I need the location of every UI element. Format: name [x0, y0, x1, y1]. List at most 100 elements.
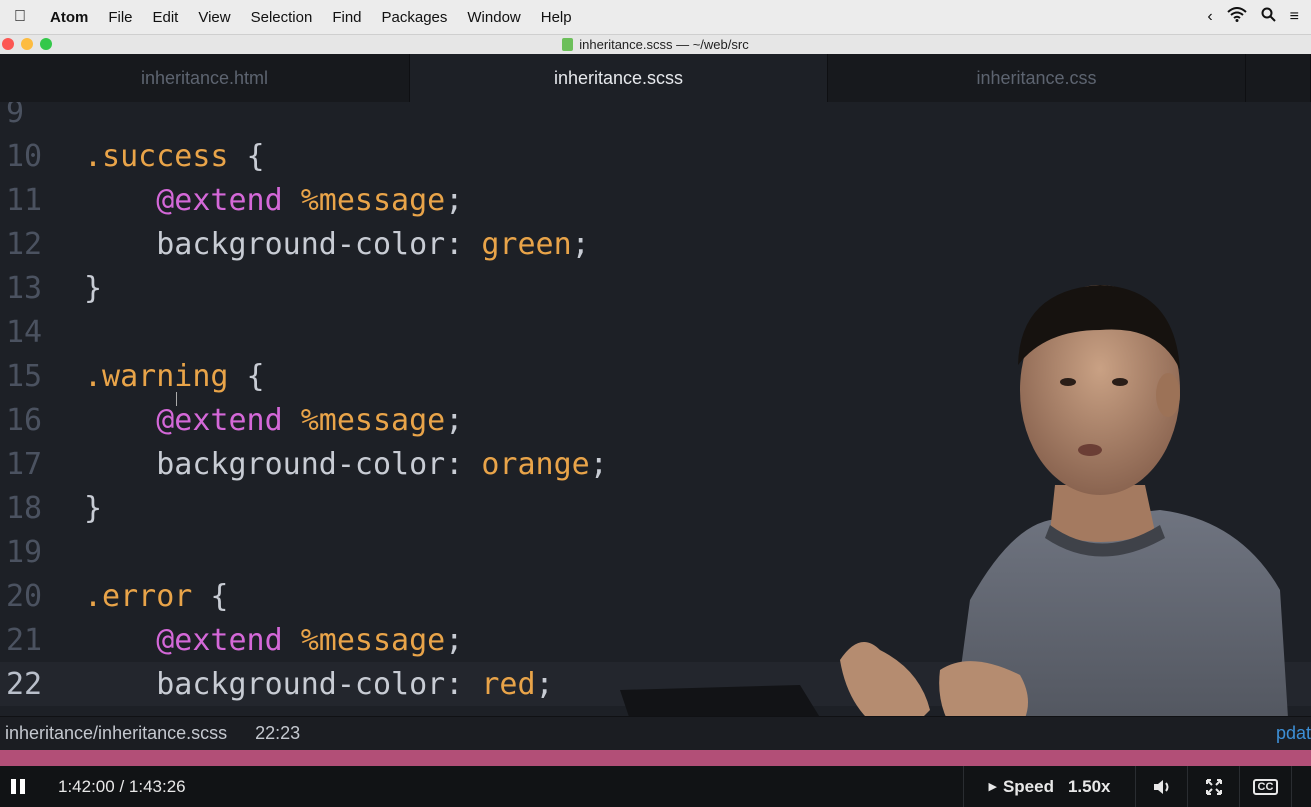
- code-token: %message: [300, 402, 446, 438]
- code-token: {: [228, 358, 265, 394]
- line-number: 18: [6, 490, 43, 526]
- tab-inheritance-css[interactable]: inheritance.css: [828, 54, 1246, 102]
- list-icon[interactable]: ≡: [1290, 8, 1299, 26]
- code-text: background-color: red;: [70, 666, 553, 702]
- code-line[interactable]: 11 @extend %message;: [0, 178, 1311, 222]
- menu-bar:  Atom File Edit View Selection Find Pac…: [0, 0, 1311, 35]
- code-token: }: [84, 270, 103, 306]
- ibeam-cursor-icon: [176, 392, 182, 406]
- code-token: %message: [300, 182, 446, 218]
- code-text: background-color: orange;: [70, 447, 608, 482]
- code-token: %message: [300, 622, 446, 658]
- code-token: {: [228, 138, 265, 174]
- play-triangle-icon: ▶: [988, 781, 997, 793]
- tab-empty: [1246, 54, 1311, 102]
- menu-help[interactable]: Help: [531, 9, 582, 26]
- code-token: ;: [571, 226, 590, 262]
- more-icon[interactable]: [1291, 766, 1311, 807]
- code-token: red: [481, 666, 536, 702]
- minimize-window-button[interactable]: [21, 38, 33, 50]
- closed-captions-icon[interactable]: CC: [1239, 766, 1291, 807]
- code-text: }: [70, 491, 102, 526]
- status-bar: inheritance/inheritance.scss 22:23 pdat: [0, 716, 1311, 750]
- line-number: 16: [6, 402, 43, 438]
- close-window-button[interactable]: [2, 38, 14, 50]
- code-token: }: [84, 490, 103, 526]
- line-number: 13: [6, 270, 43, 306]
- zoom-window-button[interactable]: [40, 38, 52, 50]
- line-number: 10: [6, 138, 43, 174]
- code-line[interactable]: 9: [0, 102, 1311, 134]
- code-token: @extend: [156, 622, 283, 658]
- code-token: background-color:: [84, 226, 482, 262]
- speed-value: 1.50x: [1067, 776, 1111, 796]
- menu-view[interactable]: View: [188, 9, 240, 26]
- window-titlebar: inheritance.scss — ~/web/src: [0, 35, 1311, 54]
- code-text: .error {: [70, 579, 229, 614]
- code-line[interactable]: 10 .success {: [0, 134, 1311, 178]
- code-token: .warning: [84, 358, 229, 394]
- menu-edit[interactable]: Edit: [143, 9, 189, 26]
- code-token: green: [481, 226, 572, 262]
- line-number: 9: [6, 102, 25, 130]
- fullscreen-icon[interactable]: [1187, 766, 1239, 807]
- video-progress-bar[interactable]: [0, 750, 1311, 766]
- code-text: @extend %message;: [70, 183, 463, 218]
- code-token: ;: [445, 402, 464, 438]
- code-text: @extend %message;: [70, 403, 463, 438]
- code-text: .success {: [70, 139, 265, 174]
- code-token: orange: [481, 446, 590, 482]
- menu-find[interactable]: Find: [322, 9, 371, 26]
- code-token: ;: [445, 622, 464, 658]
- code-token: background-color:: [84, 666, 482, 702]
- tab-inheritance-scss[interactable]: inheritance.scss: [410, 54, 828, 102]
- file-icon: [562, 38, 574, 51]
- code-token: background-color:: [84, 446, 482, 482]
- line-number: 12: [6, 226, 43, 262]
- code-token: {: [192, 578, 229, 614]
- line-number: 22: [6, 666, 43, 702]
- speed-label: Speed: [1002, 776, 1054, 796]
- pause-icon[interactable]: [0, 779, 36, 794]
- code-token: .success: [84, 138, 229, 174]
- line-number: 14: [6, 314, 43, 350]
- search-icon[interactable]: [1261, 7, 1276, 27]
- menu-file[interactable]: File: [98, 9, 142, 26]
- line-number: 11: [6, 182, 43, 218]
- window-title: inheritance.scss — ~/web/src: [579, 37, 749, 52]
- line-number: 15: [6, 358, 43, 394]
- code-text: }: [70, 271, 102, 306]
- line-number: 20: [6, 578, 43, 614]
- wifi-icon[interactable]: [1226, 7, 1247, 27]
- status-update-link[interactable]: pdat: [1276, 723, 1311, 744]
- code-line[interactable]: 12 background-color: green;: [0, 222, 1311, 266]
- video-controls: 1:42:00 / 1:43:26 ▶ Speed 1.50x CC: [0, 766, 1311, 807]
- speed-button[interactable]: ▶ Speed 1.50x: [963, 766, 1135, 807]
- chevron-left-icon[interactable]: ‹: [1207, 8, 1212, 26]
- video-time: 1:42:00 / 1:43:26: [58, 776, 186, 796]
- status-cursor-position[interactable]: 22:23: [227, 723, 300, 744]
- code-text: background-color: green;: [70, 227, 590, 262]
- code-text: @extend %message;: [70, 623, 463, 658]
- presenter-video: [620, 285, 1290, 750]
- code-token: @extend: [156, 182, 283, 218]
- menu-packages[interactable]: Packages: [372, 9, 458, 26]
- menu-selection[interactable]: Selection: [241, 9, 323, 26]
- apple-icon[interactable]: : [0, 8, 40, 26]
- traffic-lights: [2, 38, 52, 50]
- status-file-path[interactable]: inheritance/inheritance.scss: [0, 723, 227, 744]
- code-token: @extend: [156, 402, 283, 438]
- line-number: 21: [6, 622, 43, 658]
- line-number: 19: [6, 534, 43, 570]
- volume-icon[interactable]: [1135, 766, 1187, 807]
- tab-inheritance-html[interactable]: inheritance.html: [0, 54, 410, 102]
- menu-app-name[interactable]: Atom: [40, 9, 98, 26]
- tab-bar: inheritance.html inheritance.scss inheri…: [0, 54, 1311, 102]
- menu-window[interactable]: Window: [457, 9, 530, 26]
